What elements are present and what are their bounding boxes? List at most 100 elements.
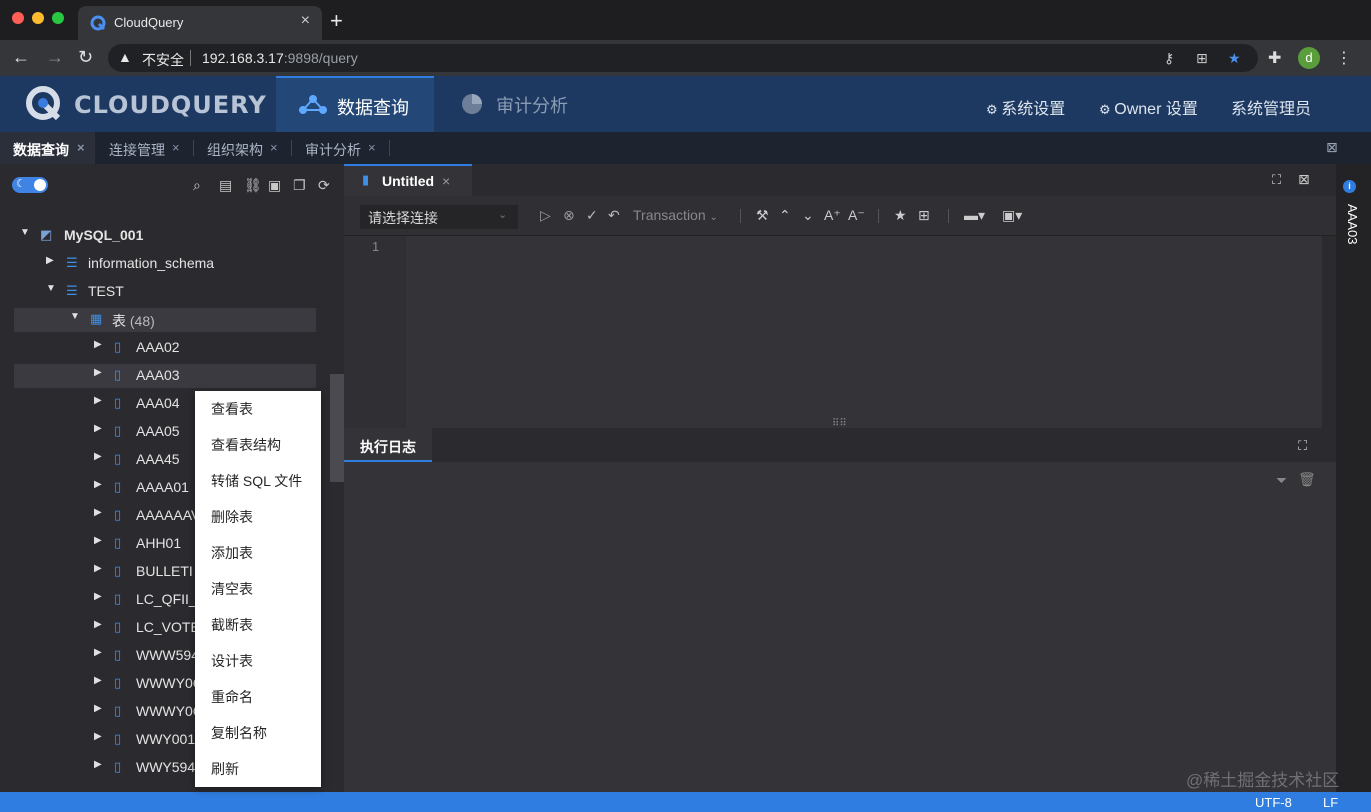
context-menu-item[interactable]: 复制名称 (211, 715, 315, 751)
open-folder-icon[interactable]: ▬▾ (964, 207, 985, 224)
context-menu-item[interactable]: 删除表 (211, 499, 315, 535)
commit-check-icon[interactable]: ✓ (586, 207, 598, 224)
browser-tab[interactable]: CloudQuery × (78, 6, 322, 40)
close-panel-icon[interactable]: ⊠ (1298, 171, 1310, 188)
extensions-icon[interactable]: ✚ (1268, 48, 1281, 68)
tab-close-icon[interactable]: × (77, 140, 85, 155)
tree-node-database[interactable]: ▼ ☰ TEST (14, 280, 316, 304)
reload-icon[interactable]: ↻ (78, 47, 93, 68)
caret-right-icon[interactable]: ▶ (94, 647, 102, 658)
collapse-icon[interactable]: ⌃ (779, 207, 791, 224)
line-ending-indicator[interactable]: LF (1323, 795, 1338, 810)
caret-right-icon[interactable]: ▶ (94, 479, 102, 490)
trash-icon[interactable]: 🗑 (1298, 471, 1316, 488)
caret-right-icon[interactable]: ▶ (94, 507, 102, 518)
tab-organization[interactable]: 组织架构 × (194, 132, 290, 164)
sidebar-scrollbar[interactable] (330, 374, 344, 482)
browser-menu-icon[interactable]: ⋮ (1336, 48, 1352, 68)
tree-node-database[interactable]: ▶ ☰ information_schema (14, 252, 316, 276)
refresh-icon[interactable]: ⟳ (318, 177, 330, 194)
tree-node-connection[interactable]: ▼ ◩ MySQL_001 (14, 224, 316, 248)
fullscreen-icon[interactable]: ⛶ (1272, 172, 1281, 188)
editor-tab-close-icon[interactable]: × (442, 173, 450, 189)
owner-settings-link[interactable]: ⚙ Owner 设置 (1099, 95, 1198, 119)
editor-tab-untitled[interactable]: ▮ Untitled × (344, 164, 472, 196)
browser-tab-close-icon[interactable]: × (301, 12, 310, 30)
rollback-icon[interactable]: ↶ (608, 207, 620, 224)
new-folder-icon[interactable]: ▣ (268, 177, 281, 194)
caret-down-icon[interactable]: ▼ (70, 311, 80, 322)
filter-icon[interactable]: ⏷ (1276, 472, 1287, 489)
caret-down-icon[interactable]: ▼ (20, 227, 30, 238)
context-menu-item[interactable]: 查看表 (211, 391, 315, 427)
encoding-indicator[interactable]: UTF-8 (1255, 795, 1292, 810)
tab-close-icon[interactable]: × (270, 140, 278, 155)
run-icon[interactable]: ▷ (540, 207, 551, 224)
search-icon[interactable]: ⌕ (193, 177, 201, 194)
stop-icon[interactable]: ⊗ (563, 207, 575, 224)
connection-select[interactable]: 请选择连接 ⌄ (360, 205, 518, 229)
format-brush-icon[interactable]: ⚒ (756, 207, 769, 224)
add-snippet-icon[interactable]: ⊞ (918, 207, 930, 224)
sql-editor[interactable]: 1 (344, 236, 1322, 428)
font-increase-icon[interactable]: A⁺ (824, 207, 841, 224)
caret-right-icon[interactable]: ▶ (94, 731, 102, 742)
tab-data-query[interactable]: 数据查询 × (0, 132, 95, 164)
maximize-window-button[interactable] (52, 12, 64, 24)
key-icon[interactable]: ⚷ (1164, 50, 1174, 67)
context-menu-item[interactable]: 查看表结构 (211, 427, 315, 463)
fullscreen-icon[interactable]: ⛶ (1298, 438, 1307, 454)
object-info-tab[interactable]: AAA03 (1340, 204, 1360, 244)
caret-right-icon[interactable]: ▶ (94, 675, 102, 686)
close-all-tabs-icon[interactable]: ⊠ (1326, 139, 1338, 156)
editor-scrollbar[interactable] (1322, 236, 1336, 428)
address-bar[interactable]: ▲ 不安全 192.168.3.17:9898/query ⚷ ⊞ ★ (108, 44, 1258, 72)
font-decrease-icon[interactable]: A⁻ (848, 207, 865, 224)
context-menu-item[interactable]: 清空表 (211, 571, 315, 607)
caret-right-icon[interactable]: ▶ (94, 339, 102, 350)
caret-right-icon[interactable]: ▶ (94, 563, 102, 574)
context-menu-item[interactable]: 添加表 (211, 535, 315, 571)
back-icon[interactable]: ← (12, 47, 30, 68)
caret-right-icon[interactable]: ▶ (94, 451, 102, 462)
info-icon[interactable]: i (1343, 180, 1356, 193)
nav-audit-analysis[interactable]: 审计分析 (456, 76, 606, 132)
tree-node-tables-group[interactable]: ▼ ▦ 表 (48) (14, 308, 316, 332)
theme-toggle[interactable]: ☾ (12, 177, 48, 193)
profile-avatar[interactable]: d (1298, 47, 1320, 69)
context-menu-item[interactable]: 重命名 (211, 679, 315, 715)
context-menu-item[interactable]: 刷新 (211, 751, 315, 787)
context-menu-item[interactable]: 设计表 (211, 643, 315, 679)
caret-right-icon[interactable]: ▶ (94, 759, 102, 770)
link-icon[interactable]: ⛓ (244, 177, 262, 194)
bookmark-star-icon[interactable]: ★ (1228, 50, 1241, 67)
tab-close-icon[interactable]: × (172, 140, 180, 155)
context-menu-item[interactable]: 截断表 (211, 607, 315, 643)
forward-icon[interactable]: → (46, 47, 64, 68)
collapse-all-icon[interactable]: ❐ (293, 177, 306, 194)
new-tab-button[interactable]: + (330, 8, 343, 34)
minimize-window-button[interactable] (32, 12, 44, 24)
tab-connection-management[interactable]: 连接管理 × (96, 132, 192, 164)
caret-right-icon[interactable]: ▶ (94, 619, 102, 630)
caret-down-icon[interactable]: ▼ (46, 283, 56, 294)
tree-node-table[interactable]: ▶ ▯ AAA03 (14, 364, 316, 388)
favorite-star-icon[interactable]: ★ (894, 207, 907, 224)
admin-user-menu[interactable]: 系统管理员 (1231, 95, 1311, 119)
tab-execution-log[interactable]: 执行日志 (344, 428, 432, 462)
transaction-dropdown[interactable]: Transaction ⌄ (633, 207, 718, 223)
caret-right-icon[interactable]: ▶ (94, 395, 102, 406)
copy-icon[interactable]: ▤ (219, 177, 232, 194)
expand-icon[interactable]: ⌄ (802, 207, 814, 224)
nav-data-query[interactable]: 数据查询 (276, 76, 434, 132)
caret-right-icon[interactable]: ▶ (46, 255, 54, 266)
tree-node-table[interactable]: ▶ ▯ AAA02 (14, 336, 316, 360)
caret-right-icon[interactable]: ▶ (94, 535, 102, 546)
caret-right-icon[interactable]: ▶ (94, 367, 102, 378)
tab-audit-analysis[interactable]: 审计分析 × (292, 132, 388, 164)
caret-right-icon[interactable]: ▶ (94, 423, 102, 434)
close-window-button[interactable] (12, 12, 24, 24)
translate-icon[interactable]: ⊞ (1196, 50, 1208, 67)
system-settings-link[interactable]: ⚙ 系统设置 (986, 95, 1065, 119)
caret-right-icon[interactable]: ▶ (94, 591, 102, 602)
